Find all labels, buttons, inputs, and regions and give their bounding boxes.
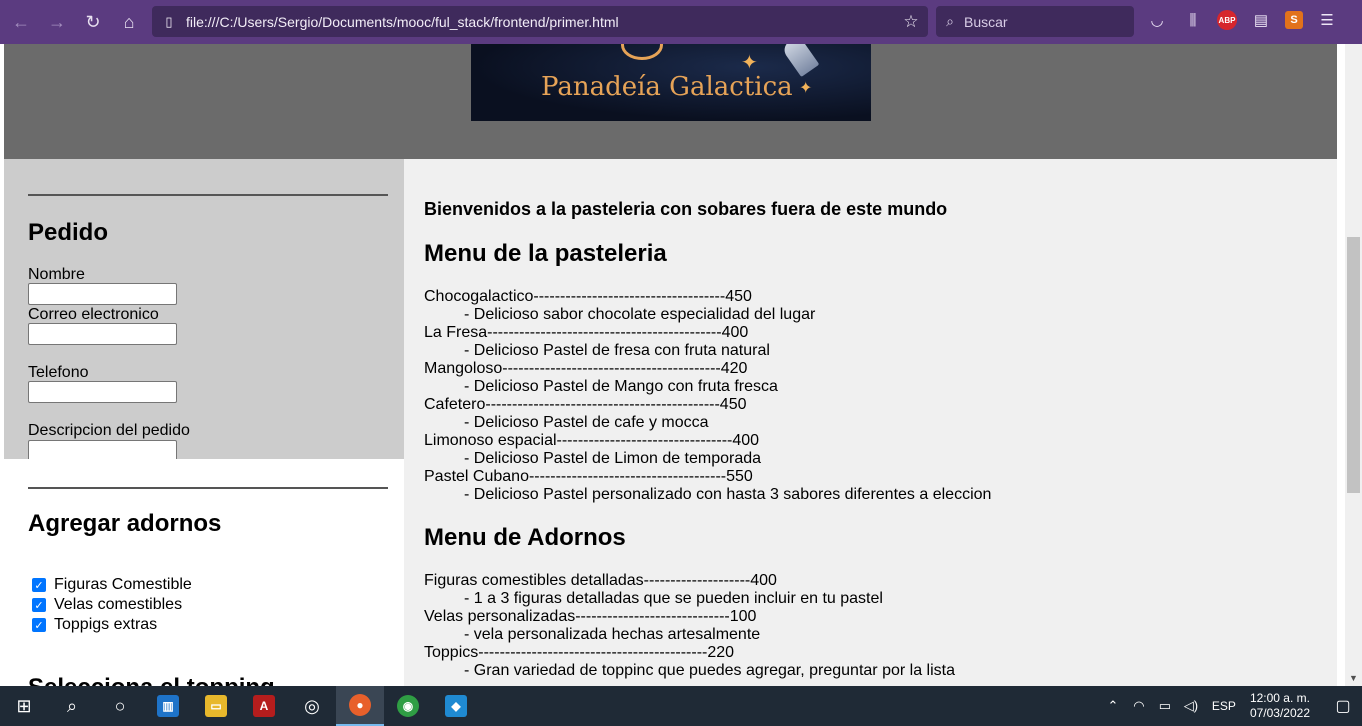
search-icon: ⌕ xyxy=(946,13,954,29)
back-arrow-icon[interactable]: ← xyxy=(6,7,36,37)
menu-item: La Fresa--------------------------------… xyxy=(424,324,749,341)
adorno-item: Velas personalizadas--------------------… xyxy=(424,608,757,625)
checkbox-checked-icon[interactable]: ✓ xyxy=(32,578,46,592)
phone-input[interactable] xyxy=(28,381,177,403)
search-box[interactable]: ⌕ Buscar xyxy=(936,6,1134,37)
menu-item: Mangoloso-------------------------------… xyxy=(424,360,748,377)
windows-start-icon[interactable]: ⊞ xyxy=(0,686,48,726)
adorno-label: Velas comestibles xyxy=(54,596,183,613)
system-tray: ⌃ ◠ ▭ ◁) ESP 12:00 a. m. 07/03/2022 ▢ xyxy=(1102,686,1362,726)
wifi-icon[interactable]: ◠ xyxy=(1128,698,1150,714)
checkbox-checked-icon[interactable]: ✓ xyxy=(32,618,46,632)
phone-label: Telefono xyxy=(28,364,89,381)
volume-icon[interactable]: ◁) xyxy=(1180,698,1202,714)
star-icon: ✦ xyxy=(799,80,813,97)
address-bar[interactable]: ▯ file:///C:/Users/Sergio/Documents/mooc… xyxy=(152,6,928,37)
logo-banner: ✦ Panadeía Galactica ✦ xyxy=(471,44,871,121)
welcome-heading: Bienvenidos a la pasteleria con sobares … xyxy=(424,199,948,219)
hamburger-menu-icon[interactable]: ☰ xyxy=(1315,8,1339,32)
checkbox-checked-icon[interactable]: ✓ xyxy=(32,598,46,612)
menu-item-desc: - Delicioso Pastel de cafe y mocca xyxy=(464,414,709,431)
clock-time: 12:00 a. m. xyxy=(1249,691,1310,705)
forward-arrow-icon[interactable]: → xyxy=(42,7,72,37)
menu-item: Pastel Cubano---------------------------… xyxy=(424,468,753,485)
menu-item-desc: - Delicioso Pastel de fresa con fruta na… xyxy=(464,342,770,359)
email-label: Correo electronico xyxy=(28,306,159,323)
chrome-icon[interactable]: ◉ xyxy=(384,686,432,726)
bookmark-star-icon[interactable]: ☆ xyxy=(894,12,928,32)
menu-content: Bienvenidos a la pasteleria con sobares … xyxy=(404,159,1337,686)
adorno-item-desc: - 1 a 3 figuras detalladas que se pueden… xyxy=(464,590,883,607)
menu-item: Limonoso espacial-----------------------… xyxy=(424,432,760,449)
chevron-up-icon[interactable]: ⌃ xyxy=(1102,698,1124,714)
email-input[interactable] xyxy=(28,323,177,345)
name-input[interactable] xyxy=(28,283,177,305)
pocket-icon[interactable]: ◡ xyxy=(1145,8,1169,32)
firefox-icon[interactable]: ● xyxy=(336,686,384,726)
windows-taskbar: ⊞ ⌕ ○ ▥ ▭ A ◎ ● ◉ ◆ ⌃ ◠ ▭ ◁) ESP 12:00 a… xyxy=(0,686,1362,726)
description-label: Descripcion del pedido xyxy=(28,422,190,439)
adornos-menu-title: Menu de Adornos xyxy=(424,524,626,551)
adorno-option-toppings[interactable]: ✓ Toppigs extras xyxy=(32,616,157,634)
vscode-icon[interactable]: ◆ xyxy=(432,686,480,726)
logo-text: Panadeía Galactica xyxy=(541,72,793,102)
adorno-item-desc: - Gran variedad de toppinc que puedes ag… xyxy=(464,662,955,679)
file-explorer-icon[interactable]: ▭ xyxy=(192,686,240,726)
adorno-item-desc: - vela personalizada hechas artesalmente xyxy=(464,626,761,643)
adorno-label: Toppigs extras xyxy=(54,616,158,633)
adblock-icon[interactable]: ABP xyxy=(1217,10,1237,30)
order-title: Pedido xyxy=(28,219,109,246)
name-label: Nombre xyxy=(28,266,85,283)
home-icon[interactable]: ⌂ xyxy=(114,7,144,37)
scroll-down-arrow-icon[interactable]: ▼ xyxy=(1345,669,1362,686)
reload-icon[interactable]: ↻ xyxy=(78,7,108,37)
notification-icon[interactable]: ▢ xyxy=(1324,696,1362,716)
divider xyxy=(28,487,388,489)
menu-item: Cafetero--------------------------------… xyxy=(424,396,747,413)
adornos-title: Agregar adornos xyxy=(28,510,222,537)
battery-icon[interactable]: ▭ xyxy=(1154,698,1176,714)
adorno-option-figuras[interactable]: ✓ Figuras Comestible xyxy=(32,576,192,594)
search-placeholder: Buscar xyxy=(964,13,1008,30)
scrollbar-thumb[interactable] xyxy=(1347,237,1360,493)
topping-title: Selecciona el topping xyxy=(28,674,275,686)
menu-title: Menu de la pasteleria xyxy=(424,240,667,267)
recycle-bin-icon[interactable]: ▥ xyxy=(144,686,192,726)
toolbar-icons: ◡ ⫼ ABP ▤ S ☰ xyxy=(1145,8,1339,32)
order-form-panel: Pedido Nombre Correo electronico Telefon… xyxy=(4,159,404,462)
url-text[interactable]: file:///C:/Users/Sergio/Documents/mooc/f… xyxy=(182,14,894,30)
search-icon[interactable]: ⌕ xyxy=(48,686,96,726)
menu-item-desc: - Delicioso Pastel de Mango con fruta fr… xyxy=(464,378,778,395)
menu-item-desc: - Delicioso Pastel personalizado con has… xyxy=(464,486,992,503)
pdf-reader-icon[interactable]: A xyxy=(240,686,288,726)
page-viewport: ✦ Panadeía Galactica ✦ Pedido Nombre Cor… xyxy=(0,44,1362,686)
language-indicator[interactable]: ESP xyxy=(1212,699,1236,713)
page-header: ✦ Panadeía Galactica ✦ xyxy=(4,44,1337,159)
obs-icon[interactable]: ◎ xyxy=(288,686,336,726)
adornos-panel: Agregar adornos ✓ Figuras Comestible ✓ V… xyxy=(4,459,404,686)
menu-item-desc: - Delicioso Pastel de Limon de temporada xyxy=(464,450,762,467)
extension-icon[interactable]: S xyxy=(1285,11,1303,29)
clock[interactable]: 12:00 a. m. 07/03/2022 xyxy=(1250,691,1310,721)
sidebar-toggle-icon[interactable]: ▤ xyxy=(1249,8,1273,32)
adorno-item: Figuras comestibles detalladas----------… xyxy=(424,572,777,589)
menu-item-desc: - Delicioso sabor chocolate especialidad… xyxy=(464,306,816,323)
library-icon[interactable]: ⫼ xyxy=(1181,8,1205,32)
clock-date: 07/03/2022 xyxy=(1249,706,1310,720)
task-view-icon[interactable]: ○ xyxy=(96,686,144,726)
adorno-label: Figuras Comestible xyxy=(54,576,192,593)
planet-ring-icon xyxy=(621,44,663,60)
divider xyxy=(28,194,388,196)
adorno-option-velas[interactable]: ✓ Velas comestibles xyxy=(32,596,182,614)
page-file-icon: ▯ xyxy=(165,13,173,29)
adorno-item: Toppics---------------------------------… xyxy=(424,644,735,661)
menu-item: Chocogalactico--------------------------… xyxy=(424,288,752,305)
